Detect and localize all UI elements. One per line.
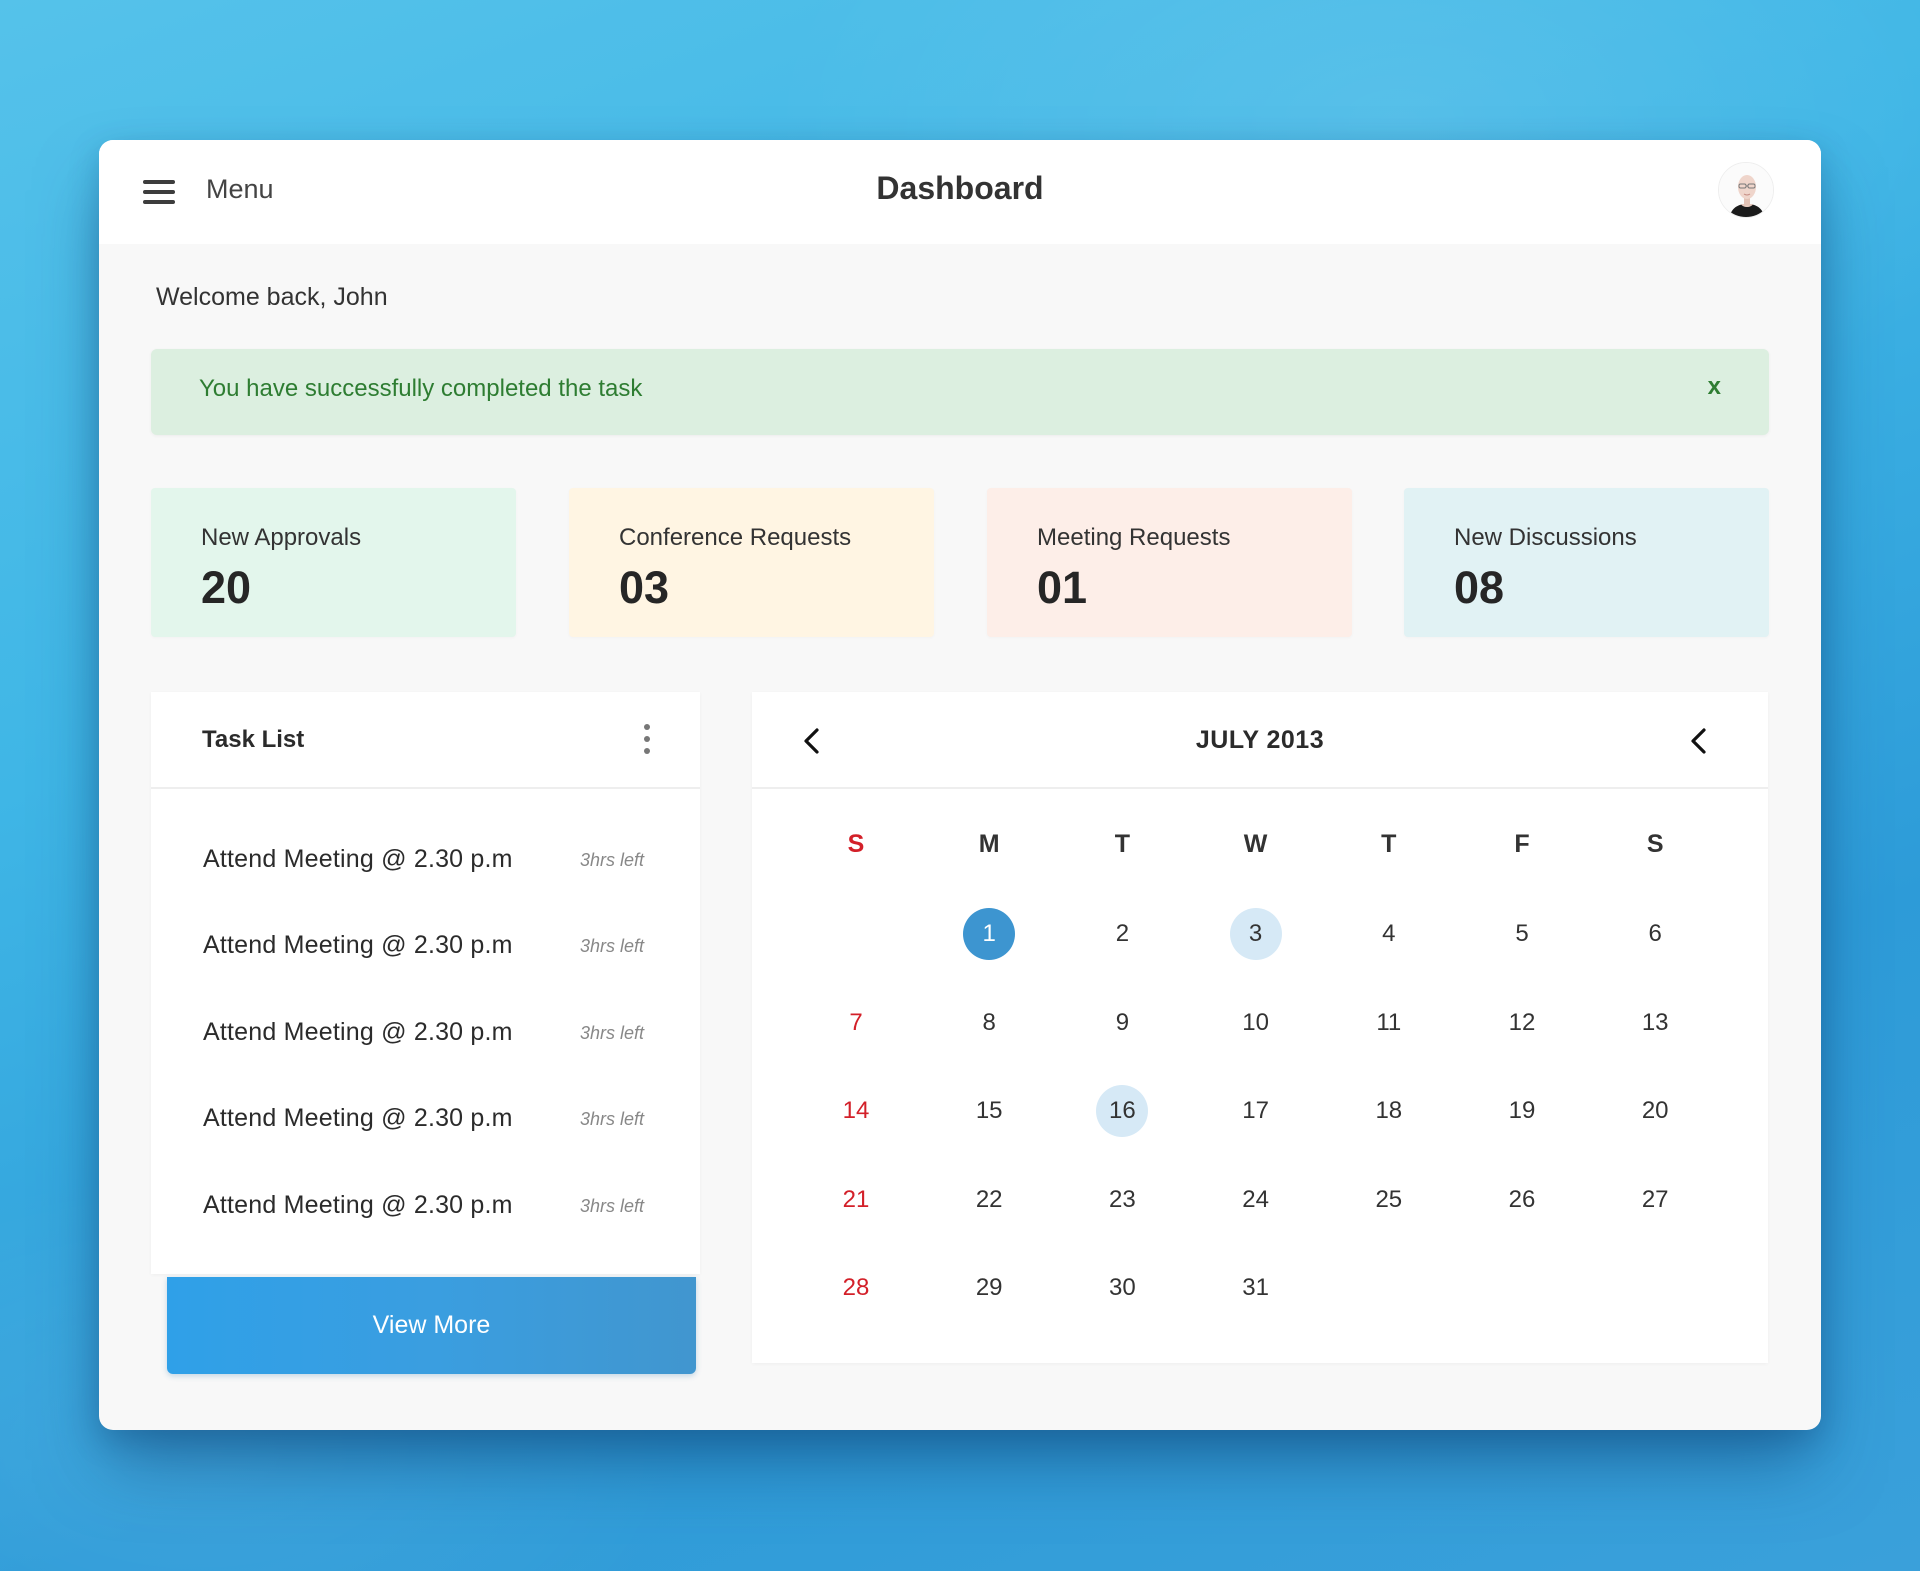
calendar-day[interactable]: 7	[830, 997, 882, 1049]
calendar-day[interactable]: 9	[1096, 997, 1148, 1049]
calendar-day[interactable]: 5	[1496, 908, 1548, 960]
alert-message: You have successfully completed the task	[199, 375, 643, 402]
calendar-day[interactable]: 30	[1096, 1262, 1148, 1314]
weekday-header: M	[978, 830, 1000, 858]
success-alert: You have successfully completed the task…	[151, 349, 1769, 435]
avatar-portrait-icon	[1719, 163, 1773, 217]
weekday-header: W	[1243, 830, 1268, 858]
calendar-day[interactable]: 3	[1229, 908, 1282, 960]
weekday-header: F	[1514, 830, 1530, 858]
calendar-day[interactable]: 10	[1230, 997, 1282, 1049]
task-time-left: 3hrs left	[580, 936, 645, 956]
stat-value: 03	[619, 562, 670, 613]
dashboard-window: Menu Dashboard Welcome back, John You ha…	[99, 140, 1821, 1430]
calendar-day[interactable]: 12	[1496, 997, 1548, 1049]
calendar-panel: JULY 2013 S M T W T F S 1 2 3 4 5 6 7 8 9 10 11 12 13 14 15 16…	[752, 692, 1768, 1363]
view-more-button[interactable]: View More	[167, 1277, 696, 1374]
task-item[interactable]: Attend Meeting @ 2.30 p.m 3hrs left	[151, 915, 700, 975]
task-item[interactable]: Attend Meeting @ 2.30 p.m 3hrs left	[151, 1088, 700, 1148]
calendar-day[interactable]: 20	[1629, 1085, 1681, 1137]
stat-value: 08	[1454, 562, 1505, 613]
calendar-month-title: JULY 2013	[1195, 726, 1325, 754]
task-text: Attend Meeting @ 2.30 p.m	[203, 1018, 513, 1046]
stat-label: New Approvals	[201, 524, 362, 551]
stat-label: New Discussions	[1454, 524, 1637, 551]
task-time-left: 3hrs left	[580, 1109, 645, 1129]
calendar-day[interactable]: 16	[1096, 1085, 1149, 1137]
calendar-day[interactable]: 26	[1496, 1174, 1548, 1226]
calendar-day[interactable]: 24	[1230, 1174, 1282, 1226]
stat-card-new-discussions[interactable]: New Discussions 08	[1404, 488, 1769, 637]
calendar-day[interactable]: 21	[830, 1174, 882, 1226]
calendar-day[interactable]: 22	[963, 1174, 1015, 1226]
stat-value: 01	[1037, 562, 1088, 613]
page-title: Dashboard	[876, 170, 1044, 206]
task-text: Attend Meeting @ 2.30 p.m	[203, 931, 513, 959]
stat-card-meeting-requests[interactable]: Meeting Requests 01	[987, 488, 1352, 637]
calendar-day[interactable]: 14	[830, 1085, 882, 1137]
calendar-day[interactable]: 17	[1230, 1085, 1282, 1137]
welcome-message: Welcome back, John	[156, 283, 388, 311]
task-item[interactable]: Attend Meeting @ 2.30 p.m 3hrs left	[151, 829, 700, 889]
stat-value: 20	[201, 562, 252, 613]
user-avatar[interactable]	[1718, 162, 1774, 218]
task-item[interactable]: Attend Meeting @ 2.30 p.m 3hrs left	[151, 1002, 700, 1062]
stat-label: Conference Requests	[619, 524, 852, 551]
calendar-day-selected[interactable]: 1	[963, 908, 1016, 960]
calendar-day[interactable]: 25	[1363, 1174, 1415, 1226]
stat-card-new-approvals[interactable]: New Approvals 20	[151, 488, 516, 637]
task-time-left: 3hrs left	[580, 1196, 645, 1216]
calendar-day[interactable]: 11	[1363, 997, 1415, 1049]
weekday-header: T	[1114, 830, 1131, 858]
task-text: Attend Meeting @ 2.30 p.m	[203, 1104, 513, 1132]
calendar-day[interactable]: 13	[1629, 997, 1681, 1049]
more-options-icon[interactable]	[642, 724, 652, 754]
calendar-day[interactable]: 23	[1096, 1174, 1148, 1226]
task-text: Attend Meeting @ 2.30 p.m	[203, 845, 513, 873]
calendar-day[interactable]: 31	[1230, 1262, 1282, 1314]
calendar-day[interactable]: 15	[963, 1085, 1015, 1137]
task-list-title: Task List	[202, 726, 305, 753]
calendar-header: JULY 2013	[752, 692, 1768, 789]
next-month-chevron-left-icon[interactable]	[1684, 725, 1714, 757]
stat-label: Meeting Requests	[1037, 524, 1231, 551]
top-bar: Menu Dashboard	[99, 140, 1821, 244]
task-list-header: Task List	[151, 692, 700, 789]
weekday-header: T	[1381, 830, 1397, 858]
task-list-panel: Task List Attend Meeting @ 2.30 p.m 3hrs…	[151, 692, 700, 1274]
calendar-day[interactable]: 6	[1629, 908, 1681, 960]
calendar-day[interactable]: 29	[963, 1262, 1015, 1314]
stat-card-conference-requests[interactable]: Conference Requests 03	[569, 488, 934, 637]
task-item[interactable]: Attend Meeting @ 2.30 p.m 3hrs left	[151, 1175, 700, 1235]
calendar-day[interactable]: 2	[1096, 908, 1148, 960]
calendar-day[interactable]: 27	[1629, 1174, 1681, 1226]
task-time-left: 3hrs left	[580, 1023, 645, 1043]
alert-close-button[interactable]: x	[1708, 375, 1721, 399]
calendar-day[interactable]: 28	[830, 1262, 882, 1314]
calendar-day[interactable]: 19	[1496, 1085, 1548, 1137]
weekday-header: S	[1646, 830, 1664, 858]
weekday-header: S	[847, 830, 865, 858]
calendar-day[interactable]: 18	[1363, 1085, 1415, 1137]
task-time-left: 3hrs left	[580, 850, 645, 870]
calendar-day[interactable]: 4	[1363, 908, 1415, 960]
task-text: Attend Meeting @ 2.30 p.m	[203, 1191, 513, 1219]
calendar-day[interactable]: 8	[963, 997, 1015, 1049]
